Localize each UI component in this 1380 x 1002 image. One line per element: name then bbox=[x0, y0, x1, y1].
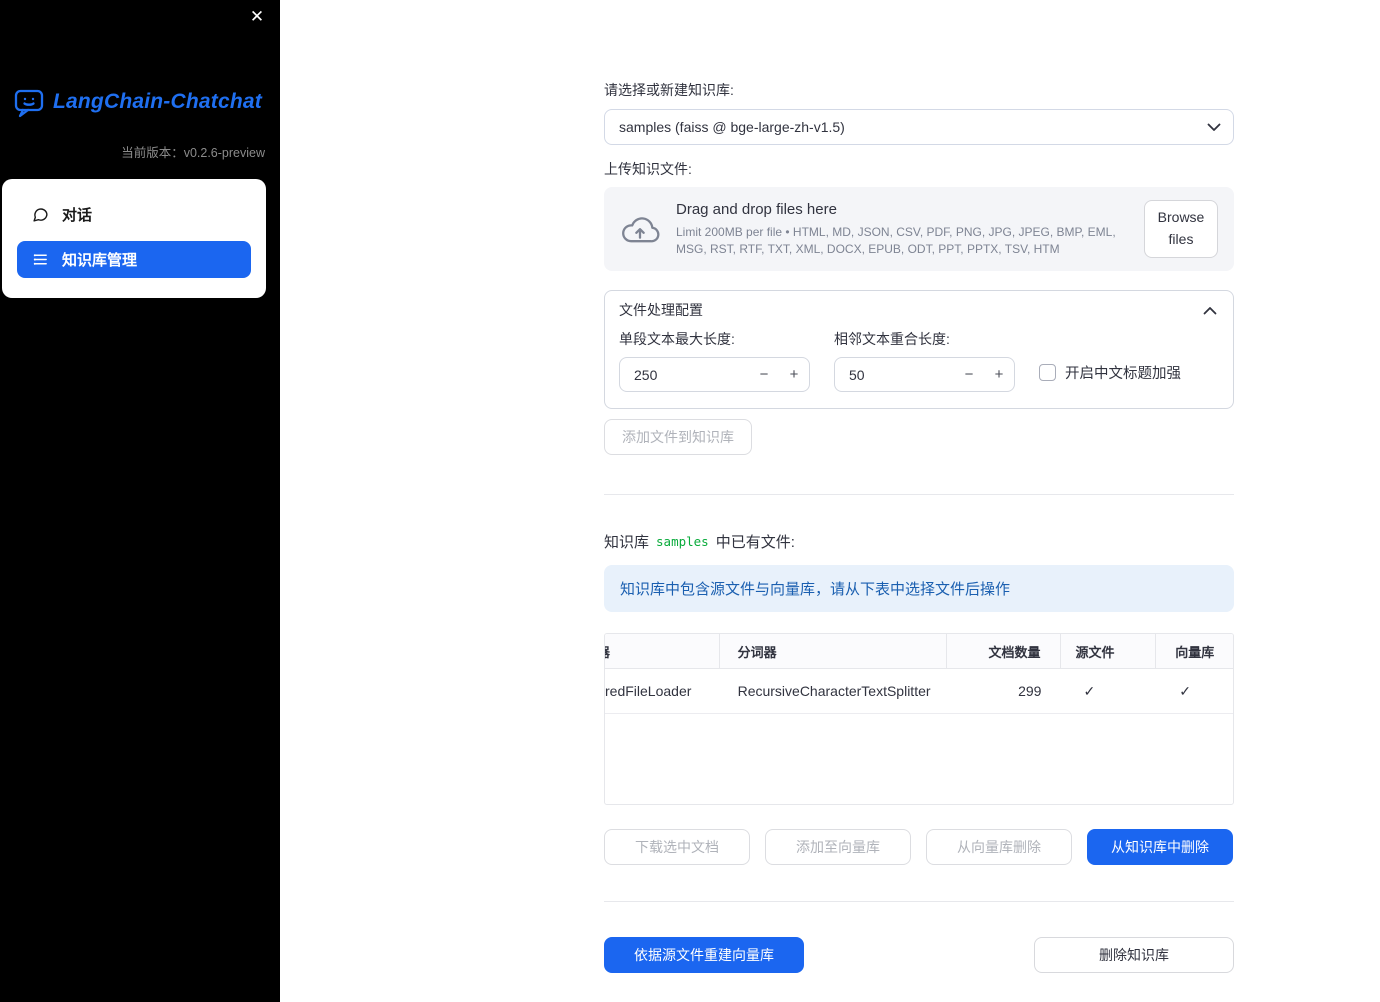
table-row[interactable]: redFileLoader RecursiveCharacterTextSpli… bbox=[605, 669, 1233, 714]
file-config-expander-header[interactable]: 文件处理配置 bbox=[605, 291, 1233, 329]
file-config-expander: 文件处理配置 单段文本最大长度: 250 − + 相邻文本重合长度: 50 − … bbox=[604, 290, 1234, 409]
existing-files-suffix: 中已有文件: bbox=[715, 534, 795, 551]
browse-files-button[interactable]: Browse files bbox=[1144, 200, 1218, 258]
max-length-value: 250 bbox=[634, 366, 658, 383]
table-header-row: 器 分词器 文档数量 源文件 向量库 bbox=[605, 634, 1233, 669]
cell-splitter: RecursiveCharacterTextSplitter bbox=[737, 683, 931, 699]
max-length-increment-button[interactable]: + bbox=[779, 366, 809, 383]
add-to-vector-button[interactable]: 添加至向量库 bbox=[765, 829, 911, 865]
cell-vector-check: ✓ bbox=[1179, 682, 1191, 699]
divider bbox=[604, 901, 1234, 902]
dropzone-text: Drag and drop files here Limit 200MB per… bbox=[676, 201, 1128, 257]
logo-chat-bubble-icon bbox=[14, 89, 44, 118]
overlap-length-input[interactable]: 50 − + bbox=[834, 357, 1015, 392]
cloud-upload-icon bbox=[622, 217, 660, 243]
kb-select-value: samples (faiss @ bge-large-zh-v1.5) bbox=[619, 119, 845, 135]
delete-from-vector-button[interactable]: 从向量库删除 bbox=[926, 829, 1072, 865]
file-config-title: 文件处理配置 bbox=[619, 302, 703, 318]
knowledge-base-icon bbox=[33, 254, 47, 265]
zh-title-enhance-checkbox[interactable] bbox=[1039, 364, 1056, 381]
sidebar-item-knowledge-base-label: 知识库管理 bbox=[62, 252, 138, 269]
dropzone-limits: Limit 200MB per file • HTML, MD, JSON, C… bbox=[676, 224, 1116, 256]
kb-files-table: 器 分词器 文档数量 源文件 向量库 redFileLoader Recursi… bbox=[604, 633, 1234, 805]
close-icon: ✕ bbox=[249, 7, 265, 26]
max-length-group: 单段文本最大长度: 250 − + bbox=[619, 329, 810, 392]
max-length-label: 单段文本最大长度: bbox=[619, 331, 735, 347]
cell-source-check: ✓ bbox=[1083, 682, 1096, 699]
col-header-vector[interactable]: 向量库 bbox=[1156, 634, 1233, 668]
sidebar-item-knowledge-base[interactable]: 知识库管理 bbox=[17, 241, 251, 278]
kb-name-code: samples bbox=[656, 534, 709, 549]
col-header-source[interactable]: 源文件 bbox=[1061, 634, 1157, 668]
dropzone-title: Drag and drop files here bbox=[676, 200, 837, 218]
kb-maintenance-row: 依据源文件重建向量库 删除知识库 bbox=[604, 937, 1234, 973]
overlap-decrement-button[interactable]: − bbox=[954, 366, 984, 383]
rebuild-vector-store-button[interactable]: 依据源文件重建向量库 bbox=[604, 937, 804, 973]
overlap-length-label: 相邻文本重合长度: bbox=[834, 331, 950, 347]
existing-files-heading: 知识库 samples 中已有文件: bbox=[604, 531, 1234, 552]
sidebar: ✕ LangChain-Chatchat 当前版本：v0.2.6-preview… bbox=[0, 0, 280, 1002]
existing-files-prefix: 知识库 bbox=[604, 534, 650, 551]
main-content: 请选择或新建知识库: samples (faiss @ bge-large-zh… bbox=[604, 0, 1234, 973]
zh-title-enhance-label: 开启中文标题加强 bbox=[1065, 366, 1181, 382]
delete-from-kb-button[interactable]: 从知识库中删除 bbox=[1087, 829, 1233, 865]
sidebar-item-chat-label: 对话 bbox=[62, 206, 93, 224]
overlap-increment-button[interactable]: + bbox=[984, 366, 1014, 383]
max-length-decrement-button[interactable]: − bbox=[749, 366, 779, 383]
sidebar-nav: 对话 知识库管理 bbox=[2, 179, 266, 298]
delete-kb-button[interactable]: 删除知识库 bbox=[1034, 937, 1234, 973]
app-logo: LangChain-Chatchat bbox=[0, 86, 280, 118]
overlap-length-value: 50 bbox=[849, 366, 865, 383]
chevron-down-icon bbox=[1207, 123, 1221, 131]
cell-loader: redFileLoader bbox=[605, 683, 692, 699]
divider bbox=[604, 494, 1234, 495]
zh-title-enhance-row: 开启中文标题加强 bbox=[1039, 362, 1181, 383]
sidebar-item-chat[interactable]: 对话 bbox=[2, 195, 266, 233]
cell-doc-count: 299 bbox=[1018, 683, 1042, 699]
add-files-to-kb-button[interactable]: 添加文件到知识库 bbox=[604, 419, 752, 455]
chevron-up-icon bbox=[1203, 306, 1217, 314]
info-banner: 知识库中包含源文件与向量库，请从下表中选择文件后操作 bbox=[604, 565, 1234, 612]
upload-label: 上传知识文件: bbox=[604, 161, 692, 177]
file-config-body: 单段文本最大长度: 250 − + 相邻文本重合长度: 50 − + 开启中文标… bbox=[605, 329, 1233, 408]
info-banner-text: 知识库中包含源文件与向量库，请从下表中选择文件后操作 bbox=[620, 581, 1011, 598]
logo-text: LangChain-Chatchat bbox=[53, 90, 262, 113]
col-header-loader[interactable]: 器 bbox=[605, 634, 720, 668]
kb-select[interactable]: samples (faiss @ bge-large-zh-v1.5) bbox=[604, 109, 1234, 145]
chat-bubble-icon bbox=[33, 207, 48, 222]
file-actions-row: 下载选中文档 添加至向量库 从向量库删除 从知识库中删除 bbox=[604, 829, 1234, 865]
col-header-splitter[interactable]: 分词器 bbox=[720, 634, 947, 668]
close-sidebar-button[interactable]: ✕ bbox=[246, 6, 268, 28]
overlap-length-group: 相邻文本重合长度: 50 − + bbox=[834, 329, 1015, 392]
download-selected-button[interactable]: 下载选中文档 bbox=[604, 829, 750, 865]
file-dropzone[interactable]: Drag and drop files here Limit 200MB per… bbox=[604, 187, 1234, 271]
kb-select-label: 请选择或新建知识库: bbox=[604, 82, 734, 98]
col-header-doc-count[interactable]: 文档数量 bbox=[947, 634, 1061, 668]
max-length-input[interactable]: 250 − + bbox=[619, 357, 810, 392]
version-label: 当前版本：v0.2.6-preview bbox=[121, 146, 265, 160]
